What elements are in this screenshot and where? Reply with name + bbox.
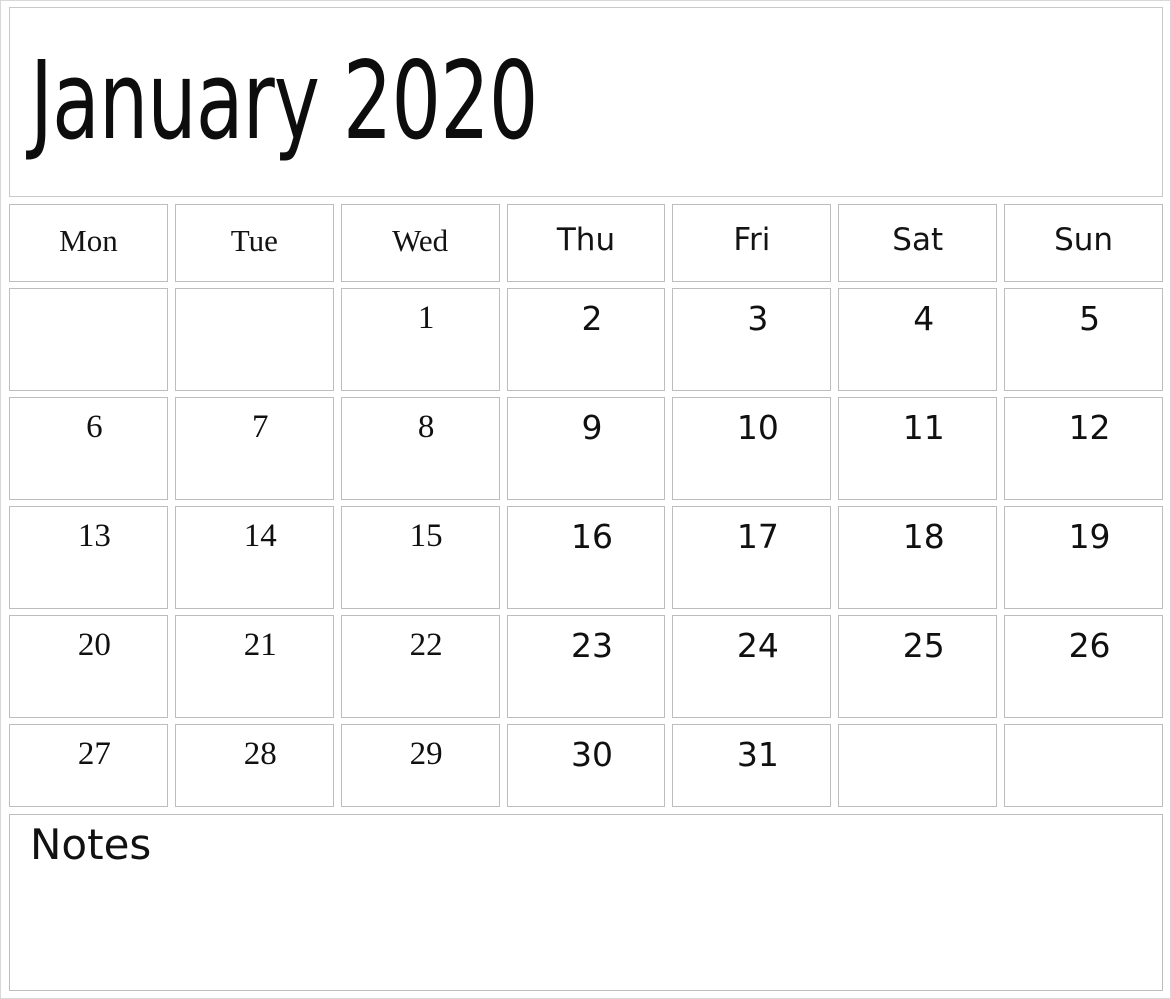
day-number: 16 xyxy=(570,517,613,556)
calendar-cell-day[interactable]: 23 xyxy=(506,615,666,718)
calendar-cell-day[interactable]: 29 xyxy=(340,724,500,807)
day-number: 18 xyxy=(902,517,945,556)
calendar-cell-day[interactable]: 27 xyxy=(9,724,168,807)
calendar-cell-day[interactable]: 24 xyxy=(672,615,832,718)
day-number: 6 xyxy=(86,409,103,445)
day-number: 21 xyxy=(243,627,277,663)
calendar-page: January 2020 Mon Tue Wed Thu Fri Sat Sun 1 2 3 4 5 6… xyxy=(0,0,1171,999)
weekday-header-wed: Wed xyxy=(340,204,500,282)
calendar-cell-day[interactable]: 28 xyxy=(174,724,334,807)
calendar-cell-day[interactable]: 10 xyxy=(672,397,832,500)
day-number: 27 xyxy=(77,736,111,772)
day-number: 5 xyxy=(1079,299,1101,338)
weekday-header-sun: Sun xyxy=(1004,204,1163,282)
calendar-cell-day[interactable]: 6 xyxy=(9,397,168,500)
day-number: 3 xyxy=(747,299,769,338)
month-title-box: January 2020 xyxy=(9,7,1163,197)
calendar-grid: Mon Tue Wed Thu Fri Sat Sun 1 2 3 4 5 6 7 8 9 10 11 12 13 14… xyxy=(9,204,1163,807)
calendar-cell-empty[interactable] xyxy=(1004,724,1163,807)
calendar-cell-day[interactable]: 7 xyxy=(174,397,334,500)
calendar-cell-day[interactable]: 14 xyxy=(174,506,334,609)
calendar-cell-day[interactable]: 12 xyxy=(1004,397,1163,500)
notes-section[interactable]: Notes xyxy=(9,814,1163,991)
calendar-cell-day[interactable]: 13 xyxy=(9,506,168,609)
page-title: January 2020 xyxy=(30,39,538,164)
day-number: 13 xyxy=(77,518,111,554)
calendar-cell-day[interactable]: 20 xyxy=(9,615,168,718)
day-number: 8 xyxy=(417,409,435,445)
day-number: 26 xyxy=(1068,626,1111,665)
day-number: 25 xyxy=(902,626,945,665)
day-number: 29 xyxy=(409,736,443,772)
weekday-header-fri: Fri xyxy=(672,204,832,282)
day-number: 1 xyxy=(417,300,435,336)
day-number: 19 xyxy=(1068,517,1111,556)
day-number: 14 xyxy=(243,518,277,554)
day-number: 17 xyxy=(736,517,779,556)
calendar-cell-day[interactable]: 1 xyxy=(340,288,500,391)
day-number: 22 xyxy=(409,627,443,663)
calendar-cell-day[interactable]: 18 xyxy=(838,506,998,609)
calendar-cell-day[interactable]: 9 xyxy=(506,397,666,500)
day-number: 9 xyxy=(581,408,603,447)
calendar-cell-day[interactable]: 26 xyxy=(1004,615,1163,718)
day-number: 30 xyxy=(570,735,613,774)
calendar-cell-day[interactable]: 2 xyxy=(506,288,666,391)
day-number: 12 xyxy=(1068,408,1111,447)
day-number: 7 xyxy=(252,409,269,445)
day-number: 10 xyxy=(736,408,779,447)
calendar-cell-day[interactable]: 15 xyxy=(340,506,500,609)
day-number: 24 xyxy=(736,626,779,665)
calendar-cell-empty[interactable] xyxy=(838,724,998,807)
calendar-cell-day[interactable]: 30 xyxy=(506,724,666,807)
calendar-cell-day[interactable]: 25 xyxy=(838,615,998,718)
day-number: 11 xyxy=(902,408,945,447)
day-number: 2 xyxy=(581,299,603,338)
day-number: 23 xyxy=(570,626,613,665)
calendar-cell-empty[interactable] xyxy=(9,288,168,391)
calendar-cell-empty[interactable] xyxy=(174,288,334,391)
calendar-cell-day[interactable]: 8 xyxy=(340,397,500,500)
weekday-header-sat: Sat xyxy=(838,204,998,282)
calendar-cell-day[interactable]: 19 xyxy=(1004,506,1163,609)
calendar-cell-day[interactable]: 3 xyxy=(672,288,832,391)
calendar-cell-day[interactable]: 5 xyxy=(1004,288,1163,391)
calendar-cell-day[interactable]: 31 xyxy=(672,724,832,807)
calendar-cell-day[interactable]: 21 xyxy=(174,615,334,718)
day-number: 4 xyxy=(913,299,935,338)
calendar-cell-day[interactable]: 22 xyxy=(340,615,500,718)
day-number: 31 xyxy=(736,735,779,774)
day-number: 28 xyxy=(243,736,277,772)
calendar-cell-day[interactable]: 4 xyxy=(838,288,998,391)
notes-label: Notes xyxy=(30,820,152,869)
weekday-header-tue: Tue xyxy=(174,204,334,282)
calendar-cell-day[interactable]: 11 xyxy=(838,397,998,500)
day-number: 15 xyxy=(409,518,443,554)
calendar-cell-day[interactable]: 16 xyxy=(506,506,666,609)
weekday-header-mon: Mon xyxy=(9,204,168,282)
day-number: 20 xyxy=(77,627,111,663)
calendar-cell-day[interactable]: 17 xyxy=(672,506,832,609)
weekday-header-thu: Thu xyxy=(506,204,666,282)
